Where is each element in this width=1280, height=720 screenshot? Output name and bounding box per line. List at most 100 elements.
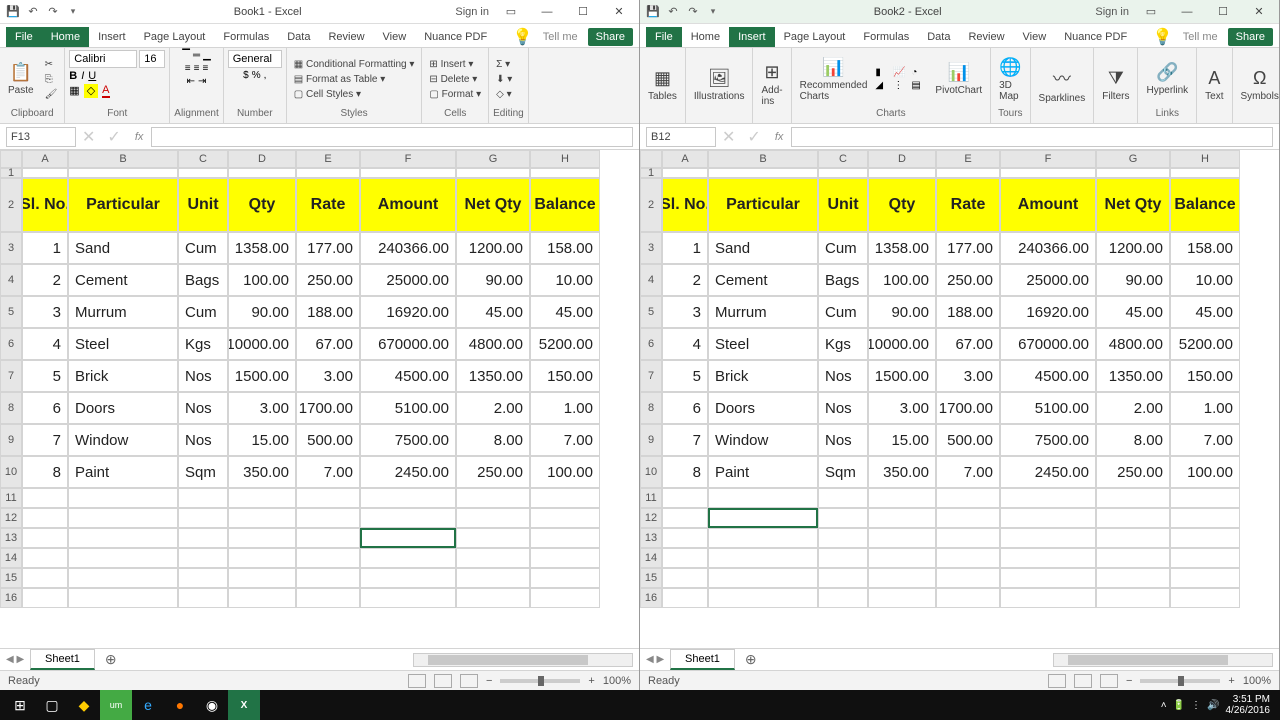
cell[interactable]: 3.00: [228, 392, 296, 424]
volume-icon[interactable]: 🔊: [1207, 700, 1219, 711]
cell[interactable]: [22, 168, 68, 178]
tab-nuance-pdf[interactable]: Nuance PDF: [1055, 27, 1136, 47]
hyperlink-button[interactable]: 🔗Hyperlink: [1142, 60, 1192, 98]
cell[interactable]: [1096, 568, 1170, 588]
underline-button[interactable]: U: [88, 70, 96, 82]
cell[interactable]: 6: [22, 392, 68, 424]
symbols-button[interactable]: ΩSymbols: [1237, 66, 1280, 104]
cell[interactable]: Sqm: [818, 456, 868, 488]
cell[interactable]: 7: [22, 424, 68, 456]
cell[interactable]: [22, 528, 68, 548]
cell[interactable]: [868, 588, 936, 608]
cell[interactable]: 250.00: [296, 264, 360, 296]
share-button[interactable]: Share: [588, 28, 633, 46]
header-cell[interactable]: Particular: [708, 178, 818, 232]
tab-data[interactable]: Data: [918, 27, 959, 47]
cell[interactable]: [178, 548, 228, 568]
bold-button[interactable]: B: [69, 70, 77, 82]
cell[interactable]: [178, 508, 228, 528]
cell[interactable]: [662, 528, 708, 548]
cell[interactable]: 100.00: [530, 456, 600, 488]
chart-pie-icon[interactable]: ◔: [911, 67, 927, 78]
cell[interactable]: 5200.00: [1170, 328, 1240, 360]
cell[interactable]: Cum: [178, 296, 228, 328]
cell[interactable]: [530, 588, 600, 608]
cell[interactable]: [708, 588, 818, 608]
cell[interactable]: 240366.00: [1000, 232, 1096, 264]
cell[interactable]: 10000.00: [228, 328, 296, 360]
sheet-nav-icon[interactable]: ◀ ▶: [646, 654, 664, 665]
cell[interactable]: Doors: [708, 392, 818, 424]
cell[interactable]: [530, 488, 600, 508]
page-break-view-button[interactable]: [1100, 674, 1118, 688]
cell[interactable]: [1096, 488, 1170, 508]
normal-view-button[interactable]: [1048, 674, 1066, 688]
cell[interactable]: 3: [662, 296, 708, 328]
cell[interactable]: Nos: [178, 424, 228, 456]
cell[interactable]: Cement: [68, 264, 178, 296]
col-header[interactable]: A: [662, 150, 708, 168]
cell[interactable]: 25000.00: [1000, 264, 1096, 296]
cell[interactable]: [22, 568, 68, 588]
cell[interactable]: Paint: [708, 456, 818, 488]
cell[interactable]: [296, 528, 360, 548]
cell[interactable]: [1096, 508, 1170, 528]
cell[interactable]: Brick: [68, 360, 178, 392]
cell[interactable]: [296, 168, 360, 178]
cell[interactable]: Nos: [818, 392, 868, 424]
task-view-icon[interactable]: ▢: [36, 690, 68, 720]
cell[interactable]: [178, 488, 228, 508]
cell[interactable]: 3.00: [296, 360, 360, 392]
cell[interactable]: Doors: [68, 392, 178, 424]
cell[interactable]: [1000, 168, 1096, 178]
row-header[interactable]: 15: [0, 568, 22, 588]
cell[interactable]: [68, 528, 178, 548]
cell[interactable]: 8: [22, 456, 68, 488]
tellme-input[interactable]: Tell me: [537, 29, 584, 45]
cell[interactable]: 1350.00: [1096, 360, 1170, 392]
insert-cells-button[interactable]: ⊞ Insert ▾: [426, 58, 484, 71]
maximize-button[interactable]: ☐: [569, 1, 597, 23]
add-sheet-button[interactable]: ⊕: [95, 651, 127, 668]
cell[interactable]: 100.00: [228, 264, 296, 296]
cell[interactable]: 8.00: [1096, 424, 1170, 456]
cell[interactable]: [708, 488, 818, 508]
pivotchart-button[interactable]: 📊PivotChart: [931, 60, 986, 98]
cell[interactable]: [1170, 488, 1240, 508]
cell[interactable]: [360, 588, 456, 608]
tab-review[interactable]: Review: [319, 27, 373, 47]
tab-insert[interactable]: Insert: [729, 27, 775, 47]
cell[interactable]: 7.00: [936, 456, 1000, 488]
cell[interactable]: 10.00: [530, 264, 600, 296]
conditional-formatting-button[interactable]: ▦ Conditional Formatting ▾: [291, 58, 418, 71]
app-icon[interactable]: um: [100, 690, 132, 720]
cell[interactable]: [818, 568, 868, 588]
minimize-button[interactable]: —: [533, 1, 561, 23]
row-header[interactable]: 3: [0, 232, 22, 264]
cell[interactable]: [68, 568, 178, 588]
cell[interactable]: 1358.00: [868, 232, 936, 264]
recommended-charts-button[interactable]: 📊Recommended Charts: [796, 55, 872, 104]
select-all[interactable]: [640, 150, 662, 168]
cell[interactable]: 1: [22, 232, 68, 264]
row-header[interactable]: 8: [640, 392, 662, 424]
cell[interactable]: [818, 548, 868, 568]
cell[interactable]: [662, 548, 708, 568]
align-top-button[interactable]: ▔: [182, 50, 190, 61]
cell[interactable]: [296, 548, 360, 568]
tab-page-layout[interactable]: Page Layout: [135, 27, 215, 47]
firefox-icon[interactable]: ●: [164, 690, 196, 720]
col-header[interactable]: C: [818, 150, 868, 168]
cell[interactable]: 150.00: [1170, 360, 1240, 392]
header-cell[interactable]: Sl. No.: [22, 178, 68, 232]
cell[interactable]: [936, 508, 1000, 528]
spreadsheet-grid[interactable]: ABCDEFGH12Sl. No.ParticularUnitQtyRateAm…: [640, 150, 1279, 608]
cell[interactable]: 5100.00: [360, 392, 456, 424]
cell[interactable]: [708, 168, 818, 178]
cell[interactable]: 90.00: [868, 296, 936, 328]
cell[interactable]: Window: [68, 424, 178, 456]
cell[interactable]: [1000, 548, 1096, 568]
clock[interactable]: 3:51 PM 4/26/2016: [1226, 694, 1271, 716]
row-header[interactable]: 1: [640, 168, 662, 178]
cell[interactable]: 2.00: [456, 392, 530, 424]
